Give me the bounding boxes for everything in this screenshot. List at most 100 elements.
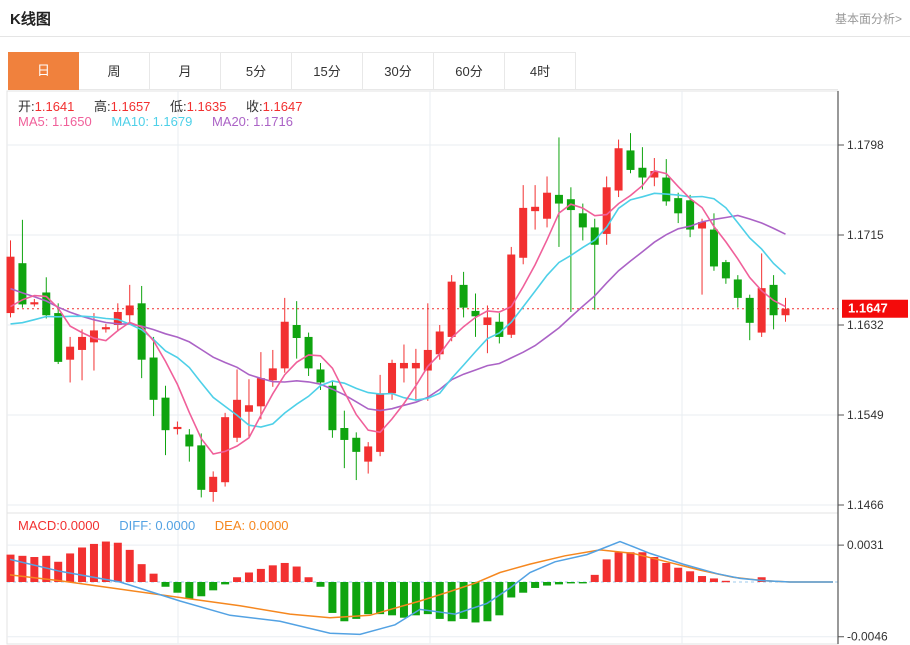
candle-body [578, 213, 587, 228]
tab-30分[interactable]: 30分 [363, 52, 434, 90]
candle-body [531, 206, 540, 212]
macd-histogram-bar [268, 565, 277, 582]
macd-histogram-bar [471, 582, 480, 623]
ma5-value: 1.1650 [51, 114, 92, 129]
tab-周[interactable]: 周 [79, 52, 150, 90]
candle-body [149, 357, 158, 400]
macd-histogram-bar [709, 578, 718, 582]
macd-histogram-bar [519, 582, 528, 593]
candle-body [209, 476, 218, 492]
macd-histogram-bar [435, 582, 444, 619]
tab-15分[interactable]: 15分 [292, 52, 363, 90]
macd-histogram-bar [280, 562, 289, 582]
macd-histogram-bar [113, 542, 122, 582]
tab-60分[interactable]: 60分 [434, 52, 505, 90]
ohlc-row: 开:1.1641 高:1.1657 低:1.1635 收:1.1647 [18, 96, 318, 115]
macd-histogram-bar [244, 572, 253, 582]
price-axis-label: 1.1715 [847, 228, 884, 242]
ma20-value: 1.1716 [253, 114, 293, 129]
tab-5分[interactable]: 5分 [221, 52, 292, 90]
high-label: 高: [94, 99, 111, 114]
page-title: K线图 [10, 11, 51, 28]
candle-body [376, 393, 385, 452]
tab-月[interactable]: 月 [150, 52, 221, 90]
candle-body [519, 207, 528, 258]
macd-histogram-bar [554, 582, 563, 585]
candle-body [280, 321, 289, 369]
candle-body [674, 198, 683, 214]
macd-histogram-bar [376, 582, 385, 615]
candle-body [328, 385, 337, 431]
low-value: 1.1635 [186, 99, 227, 114]
candle-body [483, 317, 492, 325]
macd-histogram-bar [721, 580, 730, 583]
candle-body [256, 378, 265, 407]
candle-body [554, 194, 563, 204]
candle-body [292, 325, 301, 339]
macd-histogram-bar [495, 582, 504, 616]
macd-histogram-bar [173, 582, 182, 593]
candle-body [244, 405, 253, 412]
macd-histogram-bar [6, 554, 15, 582]
macd-histogram-bar [137, 564, 146, 582]
macd-row: MACD:0.0000 DIFF: 0.0000 DEA: 0.0000 [18, 518, 305, 533]
candle-body [543, 192, 552, 219]
candle-body [233, 399, 242, 438]
macd-histogram-bar [256, 568, 265, 582]
candle-body [662, 177, 671, 202]
macd-histogram-bar [614, 552, 623, 582]
close-label: 收: [246, 99, 263, 114]
candle-body [30, 302, 39, 305]
macd-histogram-bar [674, 567, 683, 582]
ma10-label: MA10: [111, 114, 149, 129]
close-value: 1.1647 [262, 99, 303, 114]
candle-body [399, 362, 408, 369]
candle-body [185, 434, 194, 447]
candle-body [757, 288, 766, 333]
candle-body [161, 397, 170, 431]
macd-histogram-bar [650, 557, 659, 582]
candle-body [638, 167, 647, 178]
ma20-label: MA20: [211, 114, 250, 129]
main-panel-border [6, 90, 839, 514]
candle-body [733, 279, 742, 298]
candle-body [268, 368, 277, 381]
candle-body [316, 369, 325, 383]
open-label: 开: [18, 99, 35, 114]
candle-body [614, 148, 623, 191]
price-axis-label: 1.1798 [847, 138, 884, 152]
candle-body [709, 229, 718, 267]
candle-body [54, 313, 63, 362]
macd-label: MACD: [18, 518, 60, 533]
ma10-value: 1.1679 [152, 114, 193, 129]
candle-body [173, 426, 182, 430]
macd-histogram-bar [662, 562, 671, 582]
macd-histogram-bar [626, 552, 635, 582]
macd-histogram-bar [78, 547, 87, 582]
candle-body [626, 150, 635, 170]
candle-body [459, 284, 468, 308]
candle-body [197, 445, 206, 490]
tab-日[interactable]: 日 [8, 52, 79, 90]
open-value: 1.1641 [34, 99, 75, 114]
price-axis-label: 1.1549 [847, 408, 884, 422]
fundamental-analysis-link[interactable]: 基本面分析> [835, 10, 902, 27]
tab-4时[interactable]: 4时 [505, 52, 576, 90]
macd-histogram-bar [18, 555, 27, 582]
high-value: 1.1657 [110, 99, 151, 114]
macd-histogram-bar [340, 582, 349, 622]
macd-histogram-bar [352, 582, 361, 619]
low-label: 低: [170, 99, 187, 114]
macd-histogram-bar [304, 577, 313, 582]
macd-histogram-bar [578, 582, 587, 584]
macd-histogram-bar [686, 571, 695, 582]
diff-label: DIFF: [119, 518, 152, 533]
candle-body [364, 446, 373, 462]
candle-body [388, 362, 397, 394]
macd-histogram-bar [316, 582, 325, 587]
macd-histogram-bar [66, 553, 75, 582]
price-axis-label: 1.1632 [847, 318, 884, 332]
candle-body [745, 297, 754, 323]
macd-histogram-bar [447, 582, 456, 622]
macd-histogram-bar [185, 582, 194, 599]
